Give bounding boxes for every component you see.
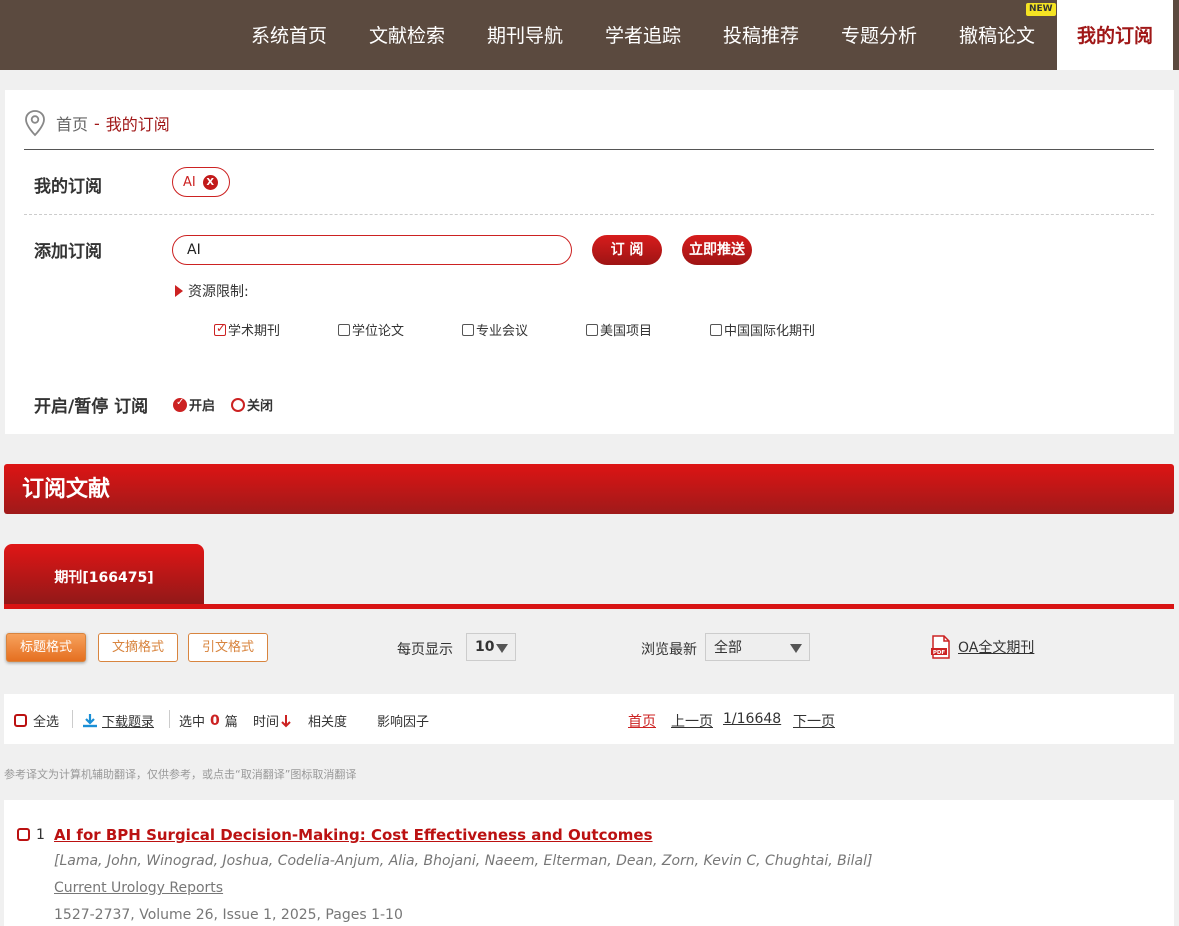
chevron-down-icon (496, 644, 508, 653)
browse-latest-label: 浏览最新 (641, 642, 697, 658)
checkbox-checked[interactable] (214, 321, 226, 336)
add-subscription-label: 添加订阅 (34, 242, 102, 262)
browse-latest-select[interactable]: 全部 (705, 633, 810, 661)
per-page-label: 每页显示 (397, 642, 453, 658)
subscription-tag-label: AI (183, 174, 196, 190)
checkbox[interactable] (710, 323, 722, 336)
breadcrumb-current: 我的订阅 (105, 115, 170, 134)
checkbox[interactable] (14, 714, 27, 727)
prev-page-link[interactable]: 上一页 (671, 711, 713, 731)
separator (72, 710, 73, 728)
nav-literature-search[interactable]: 文献检索 (369, 0, 445, 70)
location-pin-icon (25, 110, 45, 137)
checkbox[interactable] (462, 323, 474, 336)
toggle-on[interactable]: 开启 (173, 395, 215, 414)
per-page-select[interactable]: 10 (466, 633, 516, 661)
separator (169, 710, 170, 728)
section-title: 订阅文献 (4, 464, 1174, 514)
title-format-button[interactable]: 标题格式 (6, 633, 86, 662)
radio[interactable] (231, 397, 245, 412)
first-page-link[interactable]: 首页 (628, 711, 656, 731)
result-authors: [Lama, John, Winograd, Joshua, Codelia-A… (54, 853, 873, 869)
checkbox[interactable] (338, 323, 350, 336)
nav-my-subscription[interactable]: 我的订阅 (1057, 0, 1173, 70)
toggle-off[interactable]: 关闭 (231, 395, 273, 414)
checkbox[interactable] (586, 323, 598, 336)
radio-selected[interactable] (173, 397, 187, 412)
push-now-button[interactable]: 立即推送 (682, 235, 752, 265)
remove-tag-icon[interactable]: X (202, 174, 218, 190)
resource-china-intl-journal[interactable]: 中国国际化期刊 (710, 320, 815, 339)
nav-home[interactable]: 系统首页 (251, 0, 327, 70)
breadcrumb: 首页 - 我的订阅 (24, 108, 170, 138)
triangle-right-icon (175, 285, 183, 297)
page-indicator[interactable]: 1/16648 (723, 711, 781, 727)
resource-dissertation[interactable]: 学位论文 (338, 320, 404, 339)
resource-us-projects[interactable]: 美国项目 (586, 320, 652, 339)
top-nav: 系统首页 文献检索 期刊导航 学者追踪 投稿推荐 专题分析 撤稿论文 NEW 我… (0, 0, 1179, 70)
tab-underline (4, 604, 1174, 609)
nav-topic-analysis[interactable]: 专题分析 (841, 0, 917, 70)
sort-by-relevance[interactable]: 相关度 (308, 711, 347, 730)
results-toolbar: 全选 下载题录 选中 0 篇 时间 相关度 影响因子 首页 上一页 1/1664… (4, 694, 1174, 744)
citation-format-button[interactable]: 引文格式 (188, 633, 268, 662)
result-journal-link[interactable]: Current Urology Reports (54, 880, 223, 896)
sort-by-impact-factor[interactable]: 影响因子 (377, 711, 429, 730)
resource-conference[interactable]: 专业会议 (462, 320, 528, 339)
download-icon (83, 713, 97, 727)
download-records-button[interactable]: 下载题录 (82, 711, 154, 730)
oa-journals-link[interactable]: PDF OA全文期刊 (930, 635, 1034, 659)
result-item: 1 AI for BPH Surgical Decision-Making: C… (4, 800, 1174, 926)
nav-submission-recommend[interactable]: 投稿推荐 (723, 0, 799, 70)
breadcrumb-home[interactable]: 首页 (56, 111, 88, 135)
my-subscription-label: 我的订阅 (34, 177, 102, 197)
nav-journal-navigation[interactable]: 期刊导航 (487, 0, 563, 70)
svg-text:PDF: PDF (933, 650, 946, 656)
dotted-divider (24, 214, 1154, 215)
pdf-icon: PDF (931, 635, 950, 659)
new-badge: NEW (1026, 3, 1056, 16)
toggle-subscription-label: 开启/暂停 订阅 (34, 397, 149, 417)
sort-by-time[interactable]: 时间 (253, 711, 291, 730)
nav-retracted-papers[interactable]: 撤稿论文 (959, 0, 1035, 70)
subscription-tag: AI X (172, 167, 230, 197)
tab-journals[interactable]: 期刊[166475] (4, 544, 204, 606)
selected-count: 选中 0 篇 (179, 712, 238, 731)
abstract-format-button[interactable]: 文摘格式 (98, 633, 178, 662)
result-title-link[interactable]: AI for BPH Surgical Decision-Making: Cos… (54, 826, 653, 844)
divider (24, 149, 1154, 150)
breadcrumb-separator: - (94, 113, 100, 133)
next-page-link[interactable]: 下一页 (793, 711, 835, 731)
chevron-down-icon (790, 644, 802, 653)
select-all[interactable]: 全选 (14, 711, 59, 730)
subscribe-button[interactable]: 订 阅 (592, 235, 662, 265)
subscription-keyword-input[interactable] (172, 235, 572, 265)
resource-limit-label: 资源限制: (175, 281, 249, 301)
result-checkbox[interactable] (17, 828, 30, 841)
result-meta: 1527-2737, Volume 26, Issue 1, 2025, Pag… (54, 907, 403, 923)
nav-scholar-tracking[interactable]: 学者追踪 (605, 0, 681, 70)
arrow-down-icon (281, 714, 291, 727)
subscription-panel: 首页 - 我的订阅 我的订阅 AI X 添加订阅 订 阅 立即推送 资源限制: … (5, 90, 1174, 434)
translation-note: 参考译文为计算机辅助翻译，仅供参考，或点击“取消翻译”图标取消翻译 (4, 768, 357, 781)
resource-academic-journal[interactable]: 学术期刊 (214, 320, 280, 339)
result-index: 1 (36, 827, 45, 843)
